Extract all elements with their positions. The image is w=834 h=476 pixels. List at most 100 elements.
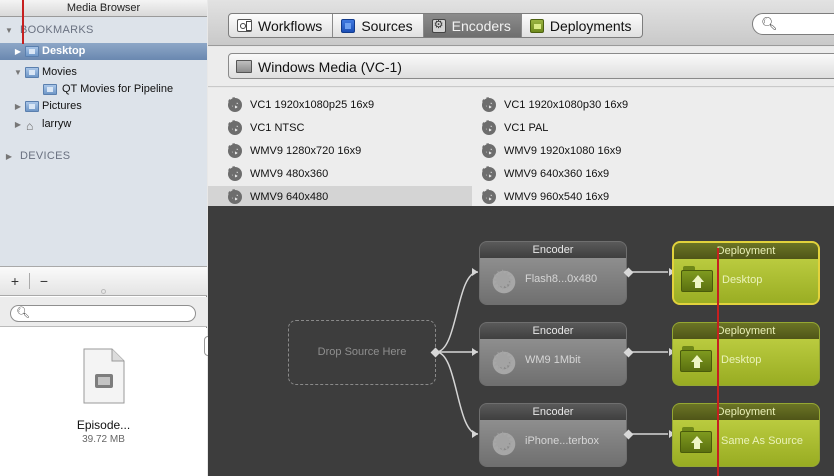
remove-bookmark-button[interactable]: − [33,271,55,291]
tab-deployments[interactable]: Deployments [522,14,642,37]
node-body: Desktop [673,339,819,385]
node-body: Flash8...0x480 [480,258,626,304]
search-icon: 🔍︎ [16,307,30,319]
file-browser: Episode... 39.72 MB [0,328,212,476]
sidebar-item-desktop[interactable]: ▶ Desktop [0,43,207,60]
disclosure-open-icon[interactable]: ▼ [13,64,23,81]
encoder-preset-label: VC1 PAL [504,121,549,134]
sidebar-item-label: Movies [42,66,77,78]
encoder-preset[interactable]: WMV9 480x360 [227,163,468,184]
encoder-preset[interactable]: VC1 PAL [481,117,722,138]
devices-section[interactable]: ▶ DEVICES [0,148,207,165]
encoder-preset-label: WMV9 1280x720 16x9 [250,144,362,157]
folder-icon [25,46,39,57]
node-body: iPhone...terbox [480,420,626,466]
search-input[interactable]: 🔍︎ [752,13,834,35]
encoder-preset-selected[interactable]: WMV9 640x480 [208,186,472,207]
encoder-preset[interactable]: WMV9 640x360 16x9 [481,163,722,184]
deployment-icon [529,18,544,33]
encoder-preset[interactable]: VC1 NTSC [227,117,468,138]
node-body: Desktop [674,259,818,303]
gear-icon [481,117,496,137]
encoder-icon [431,18,446,33]
media-search-input[interactable]: 🔍︎ [10,305,196,322]
format-bar: Windows Media (VC-1) [208,47,834,87]
encoder-preset[interactable]: WMV9 1280x720 16x9 [227,140,468,161]
sidebar-item-label: QT Movies for Pipeline [62,83,174,95]
gear-icon [227,140,242,160]
encoder-preset-label: WMV9 480x360 [250,167,329,180]
sidebar-item-larryw[interactable]: ▶ ⌂ larryw [0,116,207,133]
sidebar-item-label: Pictures [42,100,82,112]
encoder-preset[interactable]: VC1 1920x1080p30 16x9 [481,94,722,115]
disclosure-closed-icon[interactable]: ▶ [4,148,14,165]
encoder-preset-label: VC1 1920x1080p25 16x9 [250,98,375,111]
main-pane: Workflows Sources Encoders Deployments 🔍… [208,0,834,476]
workflow-canvas[interactable]: Drop Source Here Encoder Flash8...0x480 … [208,206,834,476]
deploy-folder-icon [680,427,712,453]
sidebar-item-label: Desktop [42,45,86,57]
encoder-preset[interactable]: WMV9 960x540 16x9 [481,186,722,207]
node-label: Desktop [721,354,762,366]
gear-icon [490,346,518,378]
node-label: Same As Source [721,435,803,447]
arrowhead-icon [472,348,478,356]
tab-label: Encoders [451,17,511,34]
file-size: 39.72 MB [82,434,125,445]
connection-line [435,271,479,353]
deploy-folder-icon [680,346,712,372]
disclosure-closed-icon[interactable]: ▶ [13,43,23,60]
tab-encoders[interactable]: Encoders [423,14,522,37]
format-select-label: Windows Media (VC-1) [258,59,402,75]
tab-workflows[interactable]: Workflows [229,14,334,37]
node-body: Same As Source [673,420,819,466]
movie-file-icon[interactable] [80,348,126,404]
sidebar-item-qt-movies[interactable]: QT Movies for Pipeline [0,81,207,98]
gear-icon [490,265,518,297]
gear-icon [227,163,242,183]
arrowhead-icon [472,430,478,438]
deployment-node[interactable]: Deployment Same As Source [672,403,820,467]
arrowhead-icon [472,268,478,276]
gear-icon [481,163,496,183]
disclosure-open-icon[interactable]: ▼ [4,22,14,39]
tab-sources[interactable]: Sources [333,14,424,37]
file-name: Episode... [76,418,131,432]
toolbar: Workflows Sources Encoders Deployments 🔍… [208,0,834,46]
encoder-preset-label: WMV9 960x540 16x9 [504,190,610,203]
annotation-line [717,248,719,476]
window-icon [236,60,252,73]
search-icon: 🔍︎ [761,16,778,31]
add-bookmark-button[interactable]: + [4,271,26,291]
divider [29,273,30,289]
gear-icon [481,140,496,160]
sidebar-item-movies[interactable]: ▼ Movies [0,64,207,81]
encoder-preset-label: WMV9 1920x1080 16x9 [504,144,622,157]
splitter-grip-icon[interactable] [101,289,106,294]
node-title: Deployment [673,404,819,420]
drop-source-target[interactable]: Drop Source Here [288,320,436,385]
format-select[interactable]: Windows Media (VC-1) [228,53,834,79]
encoder-preset[interactable]: WMV9 1920x1080 16x9 [481,140,722,161]
deployment-node[interactable]: Deployment Desktop [672,241,820,305]
node-title: Deployment [673,323,819,339]
encoder-node[interactable]: Encoder iPhone...terbox [479,403,627,467]
media-browser-title: Media Browser [0,0,207,17]
gear-icon [227,94,242,114]
gear-icon [490,427,518,459]
encoder-node[interactable]: Encoder WM9 1Mbit [479,322,627,386]
tab-label: Workflows [258,17,323,34]
sidebar-item-label: larryw [42,118,72,130]
folder-icon [25,67,39,78]
deployment-node[interactable]: Deployment Desktop [672,322,820,386]
disclosure-closed-icon[interactable]: ▶ [13,98,23,115]
encoder-node[interactable]: Encoder Flash8...0x480 [479,241,627,305]
bookmarks-section[interactable]: ▼ BOOKMARKS [0,22,207,39]
encoder-preset[interactable]: VC1 1920x1080p25 16x9 [227,94,468,115]
node-label: iPhone...terbox [525,435,599,447]
node-title: Encoder [480,323,626,339]
encoder-preset-label: WMV9 640x480 [250,190,329,203]
sidebar-item-pictures[interactable]: ▶ Pictures [0,98,207,115]
devices-label: DEVICES [20,150,71,162]
disclosure-closed-icon[interactable]: ▶ [13,116,23,133]
